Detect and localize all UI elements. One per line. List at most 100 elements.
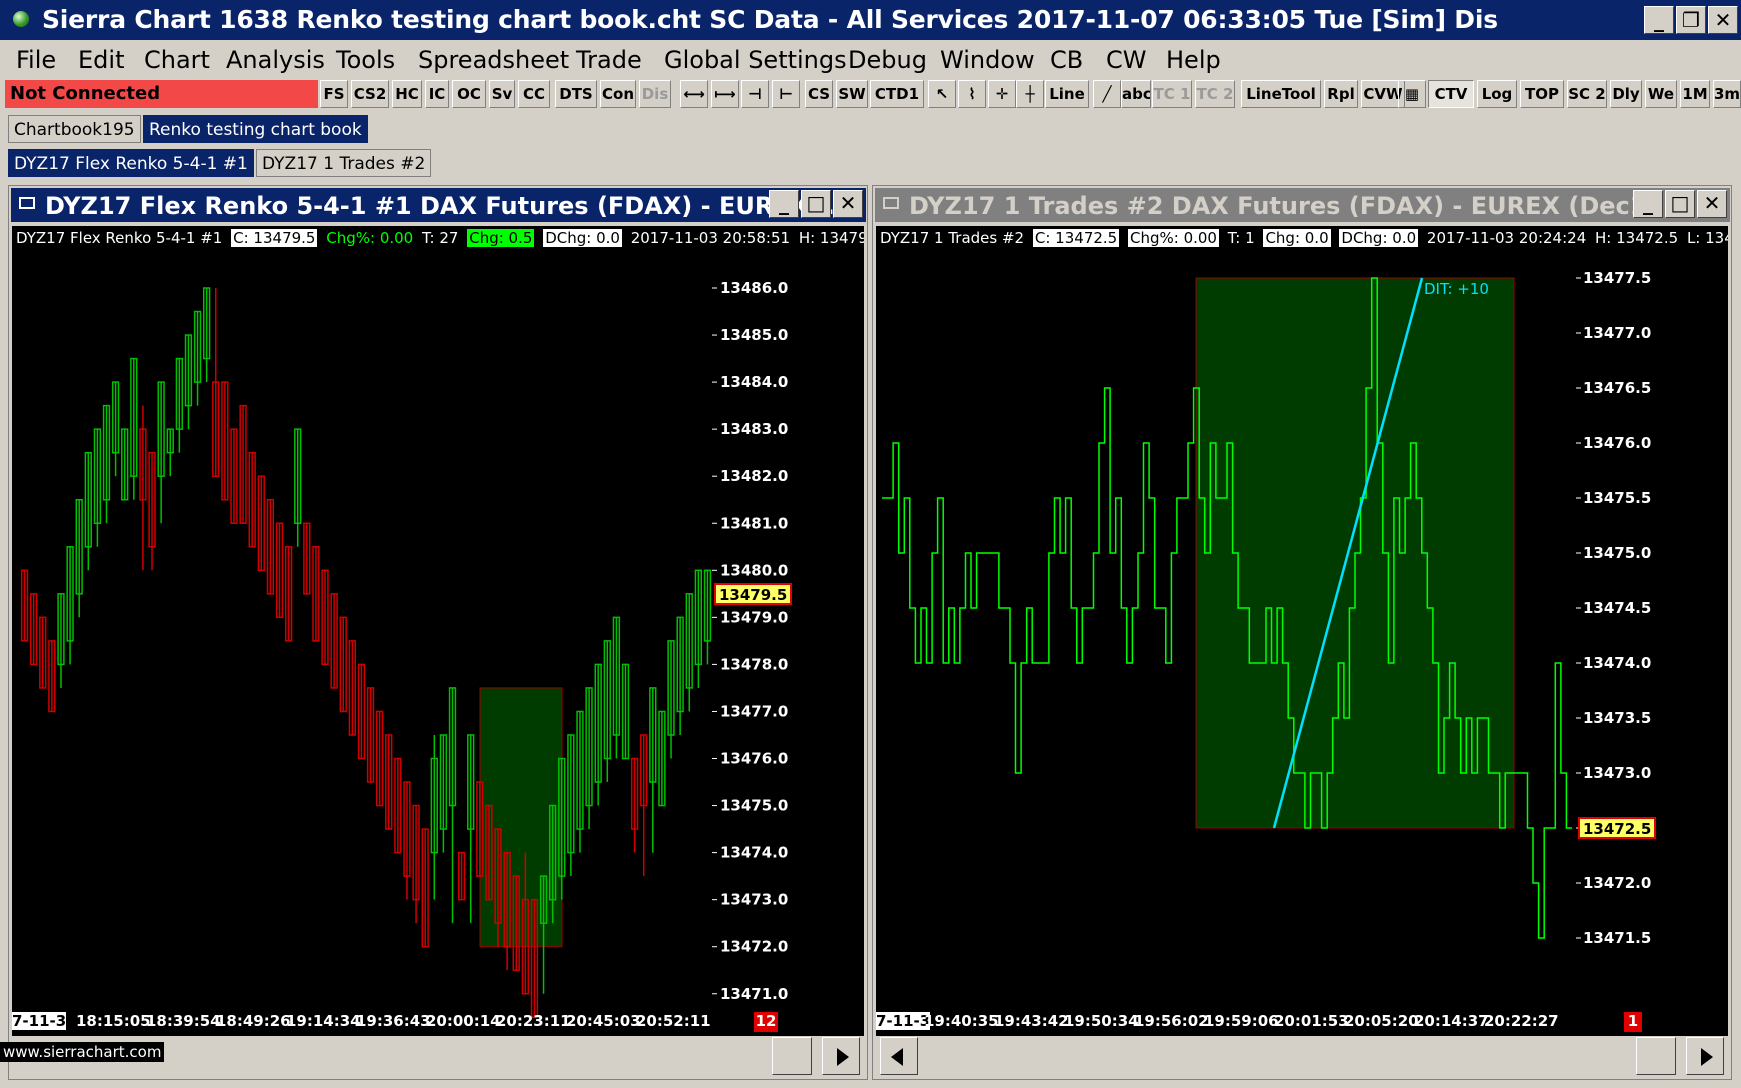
time-axis-label: 19:40:35 — [924, 1012, 999, 1030]
toolbar-button-dts[interactable]: DTS — [555, 80, 597, 108]
toolbar-button-sv[interactable]: Sv — [489, 80, 515, 108]
menu-analysis[interactable]: Analysis — [226, 46, 325, 74]
menu-trade[interactable]: Trade — [576, 46, 642, 74]
pointer-button[interactable]: ↖ — [928, 80, 956, 108]
info-datetime: 2017-11-03 20:58:51 — [630, 229, 791, 247]
toolbar-button-hc[interactable]: HC — [392, 80, 422, 108]
toolbar-button-top[interactable]: TOP — [1520, 80, 1564, 108]
menu-cb[interactable]: CB — [1050, 46, 1083, 74]
time-axis-label: 20:05:20 — [1344, 1012, 1419, 1030]
toolbar-button-fs[interactable]: FS — [320, 80, 348, 108]
chart-maximize-button[interactable]: □ — [1665, 190, 1695, 218]
price-axis-label: 13482.0 — [720, 467, 788, 485]
toolbar: Not Connected FS CS2 HC IC OC Sv CC DTS Con Dis CS… — [0, 78, 1741, 110]
menu-global-settings[interactable]: Global Settings — [664, 46, 847, 74]
price-axis-label: 13476.5 — [1583, 379, 1651, 397]
chart-window-right[interactable]: DYZ17 1 Trades #2 DAX Futures (FDAX) - E… — [872, 185, 1732, 1080]
toolbar-button-cs[interactable]: CS — [805, 80, 833, 108]
menu-help[interactable]: Help — [1166, 46, 1221, 74]
crosshair-button[interactable]: ✛ — [988, 80, 1016, 108]
price-axis-label: 13474.0 — [720, 844, 788, 862]
menu-cw[interactable]: CW — [1106, 46, 1147, 74]
scroll-right-button[interactable] — [1686, 1037, 1724, 1075]
chart-scrollbar[interactable] — [876, 1036, 1728, 1076]
toolbar-button-log[interactable]: Log — [1477, 80, 1517, 108]
menu-spreadsheet[interactable]: Spreadsheet — [418, 46, 569, 74]
chart-tab[interactable]: DYZ17 Flex Renko 5-4-1 #1 — [8, 149, 254, 177]
chart-plot-area[interactable]: DYZ17 Flex Renko 5-4-1 #1 C: 13479.5 Chg… — [12, 226, 864, 1036]
toolbar-button-rpl[interactable]: Rpl — [1324, 80, 1358, 108]
scroll-left-button[interactable] — [880, 1037, 918, 1075]
toolbar-button-dis[interactable]: Dis — [639, 80, 671, 108]
arrow-range-button[interactable]: ⟷ — [680, 80, 708, 108]
menu-edit[interactable]: Edit — [78, 46, 124, 74]
toolbar-button-cc[interactable]: CC — [518, 80, 550, 108]
time-axis-label: 18:39:54 — [146, 1012, 221, 1030]
toolbar-button-we[interactable]: We — [1645, 80, 1677, 108]
chart-window-title[interactable]: DYZ17 Flex Renko 5-4-1 #1 DAX Futures (F… — [11, 188, 866, 222]
restore-button[interactable]: ❐ — [1676, 6, 1706, 34]
menu-chart[interactable]: Chart — [144, 46, 210, 74]
minimize-button[interactable]: _ — [1644, 6, 1674, 34]
measure-button[interactable]: ⊣ — [741, 80, 769, 108]
toolbar-button-dly[interactable]: Dly — [1610, 80, 1642, 108]
menu-file[interactable]: File — [16, 46, 56, 74]
toolbar-button-1m[interactable]: 1M — [1680, 80, 1710, 108]
scroll-right-button[interactable] — [822, 1037, 860, 1075]
toolbar-button-sw[interactable]: SW — [836, 80, 868, 108]
chartbook-tab[interactable]: Renko testing chart book — [143, 115, 368, 143]
scrollbar-thumb[interactable] — [772, 1037, 812, 1075]
chart-close-button[interactable]: ✕ — [1697, 190, 1727, 218]
price-axis-label: 13473.0 — [1583, 764, 1651, 782]
toolbar-button-sc-2[interactable]: SC 2 — [1567, 80, 1607, 108]
scrollbar-thumb[interactable] — [1636, 1037, 1676, 1075]
grid-plus-button[interactable]: ▦ — [1398, 80, 1426, 108]
chart-tab[interactable]: DYZ17 1 Trades #2 — [256, 149, 432, 177]
toolbar-button-ctd1[interactable]: CTD1 — [870, 80, 924, 108]
close-button[interactable]: ✕ — [1708, 6, 1738, 34]
chart-minimize-button[interactable]: _ — [1633, 190, 1663, 218]
toolbar-button-tc-1[interactable]: TC 1 — [1152, 80, 1192, 108]
price-axis-label: 13472.0 — [720, 938, 788, 956]
chart-maximize-button[interactable]: □ — [801, 190, 831, 218]
chart-minimize-button[interactable]: _ — [769, 190, 799, 218]
chart-close-button[interactable]: ✕ — [833, 190, 863, 218]
price-axis-label: 13475.0 — [1583, 544, 1651, 562]
maximize-icon: □ — [1670, 191, 1690, 215]
toolbar-button-line[interactable]: Line — [1045, 80, 1089, 108]
draw-line-button[interactable]: ⌇ — [958, 80, 986, 108]
toolbar-button-oc[interactable]: OC — [452, 80, 486, 108]
menu-tools[interactable]: Tools — [336, 46, 395, 74]
chart-window-title[interactable]: DYZ17 1 Trades #2 DAX Futures (FDAX) - E… — [875, 188, 1730, 222]
time-axis-label: 7-11-3 — [876, 1012, 931, 1030]
menu-window[interactable]: Window — [940, 46, 1035, 74]
info-dchg: DChg: 0.0 — [1339, 229, 1419, 247]
toolbar-button-cs2[interactable]: CS2 — [351, 80, 389, 108]
time-axis-label: 20:14:37 — [1414, 1012, 1489, 1030]
toolbar-button-con[interactable]: Con — [600, 80, 636, 108]
chart-plot-area[interactable]: DYZ17 1 Trades #2 C: 13472.5 Chg%: 0.00 … — [876, 226, 1728, 1036]
chart-window-icon — [883, 197, 899, 209]
info-chg: Chg: 0.5 — [467, 229, 535, 247]
chartbook-tab[interactable]: Chartbook195 — [8, 115, 141, 143]
toolbar-button-tc-2[interactable]: TC 2 — [1195, 80, 1235, 108]
extend-button[interactable]: ⊢ — [772, 80, 800, 108]
cross-cursor-button[interactable]: ┼ — [1016, 80, 1044, 108]
renko-chart-svg: 13486.0 13485.0 13484.0 13483.0 13482.0 13481… — [20, 279, 788, 1019]
grid-plus-icon: ▦ — [1404, 85, 1420, 103]
chart-window-left[interactable]: DYZ17 Flex Renko 5-4-1 #1 DAX Futures (F… — [8, 185, 868, 1080]
ray-button[interactable]: ╱ — [1093, 80, 1121, 108]
chart-title-text: DYZ17 1 Trades #2 DAX Futures (FDAX) - E… — [909, 192, 1675, 220]
price-axis-label: 13479.0 — [720, 608, 788, 626]
arrow-right-icon — [1701, 1048, 1713, 1066]
toolbar-button-ic[interactable]: IC — [425, 80, 449, 108]
time-axis-label: 20:01:53 — [1274, 1012, 1349, 1030]
price-axis-label: 13477.5 — [1583, 269, 1651, 287]
toolbar-button-abc[interactable]: abc — [1121, 80, 1151, 108]
bar-range-button[interactable]: ⟼ — [711, 80, 739, 108]
toolbar-button-linetool[interactable]: LineTool — [1241, 80, 1321, 108]
menu-debug[interactable]: Debug — [848, 46, 927, 74]
toolbar-button-3m[interactable]: 3m — [1713, 80, 1741, 108]
time-axis-label: 19:59:06 — [1204, 1012, 1279, 1030]
toolbar-button-ctv[interactable]: CTV — [1428, 80, 1474, 108]
